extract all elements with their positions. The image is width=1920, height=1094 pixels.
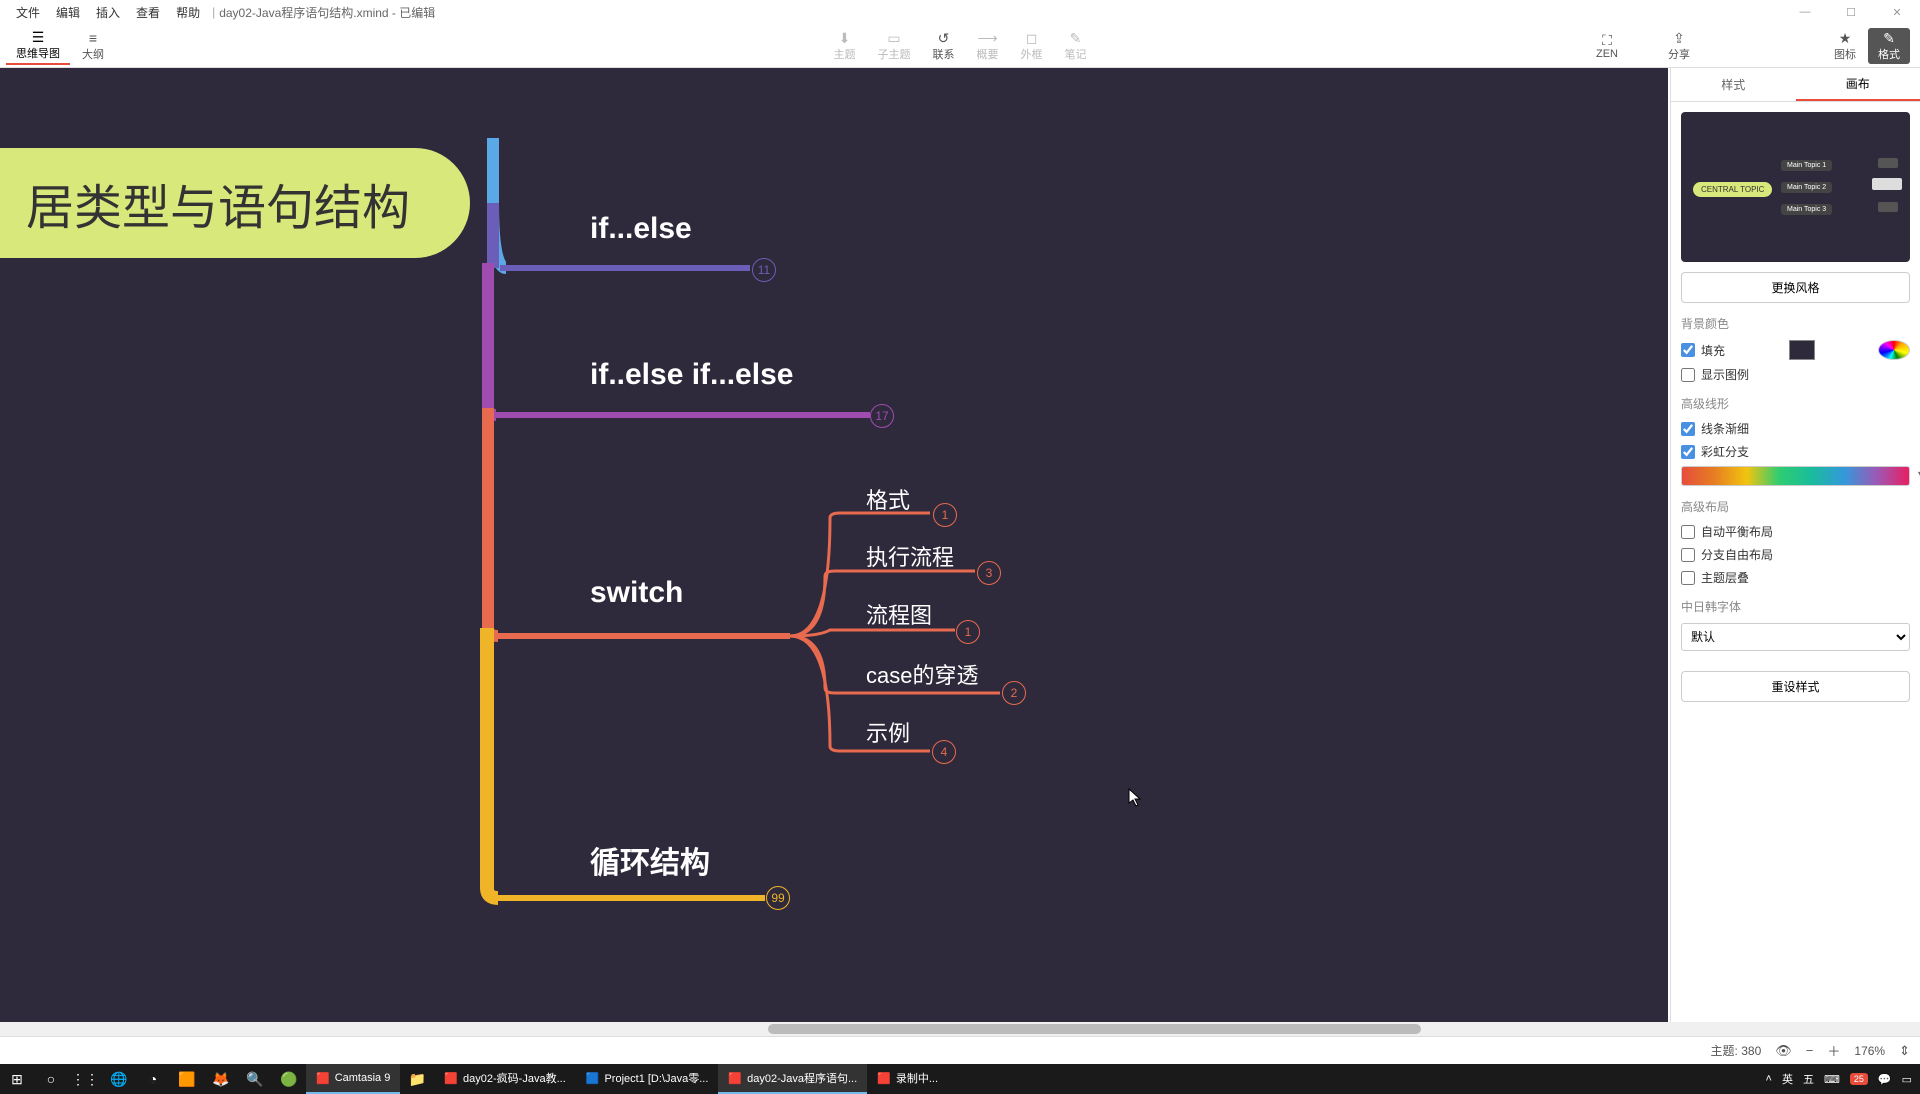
window-minimize[interactable]: —	[1782, 0, 1828, 24]
cjk-font-select[interactable]: 默认	[1681, 623, 1910, 651]
zoom-level[interactable]: 176%	[1854, 1044, 1885, 1058]
count-badge[interactable]: 1	[956, 620, 980, 644]
fill-checkbox[interactable]	[1681, 343, 1695, 357]
menu-file[interactable]: 文件	[8, 4, 48, 21]
taskbar-app[interactable]: 🟥day02-疯码-Java教...	[434, 1064, 575, 1094]
free-branch-checkbox[interactable]	[1681, 548, 1695, 562]
pinned-app[interactable]: ◔	[136, 1064, 170, 1094]
action-center-icon[interactable]: ▭	[1902, 1073, 1912, 1086]
cortana-icon[interactable]: ○	[34, 1064, 68, 1094]
window-maximize[interactable]: ☐	[1828, 0, 1874, 24]
tab-style[interactable]: 样式	[1671, 68, 1796, 101]
reset-style-button[interactable]: 重设样式	[1681, 671, 1910, 702]
pinned-app[interactable]: 🦊	[204, 1064, 238, 1094]
branch-lines	[0, 68, 1668, 1022]
notification-icon[interactable]: 💬	[1878, 1073, 1892, 1086]
switch-child[interactable]: 示例	[866, 716, 910, 748]
tray-keyboard-icon[interactable]: ⌨	[1824, 1073, 1840, 1086]
format-panel[interactable]: ✎格式	[1868, 28, 1910, 64]
canvas[interactable]: 居类型与语句结构	[0, 68, 1668, 1022]
menu-insert[interactable]: 插入	[88, 4, 128, 21]
menu-bar: 文件 编辑 插入 查看 帮助 | day02-Java程序语句结构.xmind …	[0, 0, 1920, 24]
toolbar: ☰ 思维导图 ≡ 大纲 ⬇主题 ▭子主题 ↺联系 ⟶概要 ◻外框 ✎笔记 ⛶ZE…	[0, 24, 1920, 68]
horizontal-scrollbar[interactable]	[0, 1022, 1920, 1036]
pinned-app[interactable]: 🟧	[170, 1064, 204, 1094]
branch-if-elseif[interactable]: if..else if...else	[590, 358, 793, 392]
branch-loop[interactable]: 循环结构	[590, 838, 710, 882]
tray-lang[interactable]: 英	[1782, 1071, 1793, 1087]
branch-if-else[interactable]: if...else	[590, 212, 692, 246]
rainbow-gradient[interactable]	[1681, 466, 1910, 486]
switch-child[interactable]: case的穿透	[866, 658, 978, 690]
taskbar-app[interactable]: 🟦Project1 [D:\Java零...	[576, 1064, 719, 1094]
start-button[interactable]: ⊞	[0, 1064, 34, 1094]
notification-badge[interactable]: 25	[1850, 1073, 1868, 1085]
scrollbar-thumb[interactable]	[768, 1024, 1421, 1034]
switch-child[interactable]: 执行流程	[866, 540, 954, 572]
menu-view[interactable]: 查看	[128, 4, 168, 21]
auto-balance-checkbox[interactable]	[1681, 525, 1695, 539]
pinned-app[interactable]: 🌐	[102, 1064, 136, 1094]
taskbar-app[interactable]: 🟥day02-Java程序语句...	[718, 1064, 867, 1094]
count-badge[interactable]: 11	[752, 258, 776, 282]
add-boundary[interactable]: ◻外框	[1011, 28, 1053, 64]
view-outline[interactable]: ≡ 大纲	[72, 27, 114, 65]
change-style-button[interactable]: 更换风格	[1681, 272, 1910, 303]
zoom-out-icon[interactable]: −	[1806, 1043, 1814, 1058]
theme-preview[interactable]: CENTRAL TOPIC Main Topic 1 Main Topic 2 …	[1681, 112, 1910, 262]
color-picker-icon[interactable]	[1878, 340, 1910, 360]
section-bg: 背景颜色	[1681, 315, 1910, 332]
zen-mode[interactable]: ⛶ZEN	[1586, 28, 1628, 64]
window-close[interactable]: ✕	[1874, 0, 1920, 24]
task-view-icon[interactable]: ⋮⋮	[68, 1064, 102, 1094]
overlap-checkbox[interactable]	[1681, 571, 1695, 585]
taskbar-app[interactable]: 🟥Camtasia 9	[306, 1064, 400, 1094]
taskbar-app[interactable]: 📁	[400, 1064, 434, 1094]
pinned-app[interactable]: 🔍	[238, 1064, 272, 1094]
section-line: 高级线形	[1681, 395, 1910, 412]
eye-icon[interactable]: 👁	[1775, 1043, 1792, 1059]
count-badge[interactable]: 3	[977, 561, 1001, 585]
bg-color-swatch[interactable]	[1789, 340, 1815, 360]
tray-ime[interactable]: 五	[1803, 1071, 1814, 1087]
share[interactable]: ⇪分享	[1658, 28, 1700, 64]
count-badge[interactable]: 17	[870, 404, 894, 428]
menu-help[interactable]: 帮助	[168, 4, 208, 21]
pinned-app[interactable]: 🟢	[272, 1064, 306, 1094]
add-topic[interactable]: ⬇主题	[824, 28, 866, 64]
status-bar: 主题: 380 👁 − ＋ 176% ⇕	[0, 1036, 1920, 1064]
switch-child[interactable]: 流程图	[866, 598, 932, 630]
tray-chevron-icon[interactable]: ˄	[1766, 1073, 1772, 1085]
taper-checkbox[interactable]	[1681, 422, 1695, 436]
count-badge[interactable]: 99	[766, 886, 790, 910]
mindmap-icon: ☰	[32, 29, 45, 45]
count-badge[interactable]: 2	[1002, 681, 1026, 705]
tab-canvas[interactable]: 画布	[1796, 68, 1920, 101]
view-mindmap[interactable]: ☰ 思维导图	[6, 27, 70, 65]
section-cjk: 中日韩字体	[1681, 598, 1910, 615]
branch-switch[interactable]: switch	[590, 576, 683, 610]
legend-checkbox[interactable]	[1681, 368, 1695, 382]
switch-child[interactable]: 格式	[866, 483, 910, 515]
menu-edit[interactable]: 编辑	[48, 4, 88, 21]
taskbar: ⊞ ○ ⋮⋮ 🌐 ◔ 🟧 🦊 🔍 🟢 🟥Camtasia 9 📁 🟥day02-…	[0, 1064, 1920, 1094]
add-relationship[interactable]: ↺联系	[923, 28, 965, 64]
add-summary[interactable]: ⟶概要	[967, 28, 1009, 64]
add-subtopic[interactable]: ▭子主题	[868, 28, 921, 64]
rainbow-checkbox[interactable]	[1681, 445, 1695, 459]
zoom-stepper-icon[interactable]: ⇕	[1899, 1043, 1910, 1059]
count-badge[interactable]: 1	[933, 503, 957, 527]
section-layout: 高级布局	[1681, 498, 1910, 515]
zoom-in-icon[interactable]: ＋	[1827, 1041, 1840, 1060]
document-title: day02-Java程序语句结构.xmind - 已编辑	[219, 4, 435, 21]
add-note[interactable]: ✎笔记	[1055, 28, 1097, 64]
count-badge[interactable]: 4	[932, 740, 956, 764]
outline-icon: ≡	[89, 30, 97, 46]
icons-panel[interactable]: ★图标	[1824, 28, 1866, 64]
side-panel: 样式 画布 CENTRAL TOPIC Main Topic 1 Main To…	[1670, 68, 1920, 1022]
taskbar-app[interactable]: 🟥录制中...	[867, 1064, 948, 1094]
